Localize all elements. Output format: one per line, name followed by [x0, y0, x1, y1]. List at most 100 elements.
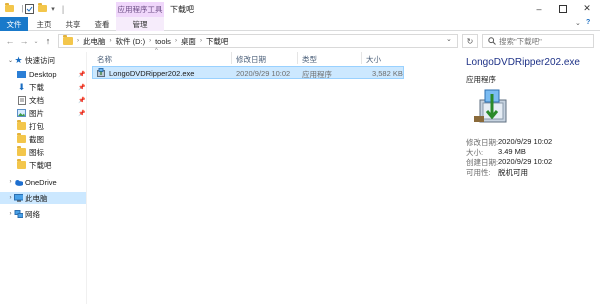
nav-item-onedrive[interactable]: › OneDrive [0, 176, 86, 188]
table-row[interactable]: LongoDVDRipper202.exe 2020/9/29 10:02 应用… [92, 66, 404, 79]
tab-file[interactable]: 文件 [0, 17, 28, 31]
nav-label: 打包 [29, 121, 44, 131]
navigation-pane: ⌄ ★ 快速访问 Desktop 📌 ⬇ 下载 📌 文档 📌 图片 📌 打包 截… [0, 52, 86, 304]
address-dropdown-icon[interactable]: ⌄ [446, 35, 452, 43]
installer-large-icon [474, 89, 507, 123]
back-button[interactable]: ← [4, 35, 16, 47]
nav-label: Desktop [29, 69, 57, 79]
nav-label: 下载吧 [29, 160, 52, 170]
forward-button[interactable]: → [18, 35, 30, 47]
breadcrumb-item[interactable]: 下载吧 [206, 36, 229, 47]
prop-value: 脱机可用 [498, 168, 528, 177]
desktop-folder-icon [17, 70, 26, 78]
pin-icon: 📌 [78, 110, 86, 117]
sort-arrow-icon: ^ [155, 48, 158, 54]
tab-manage[interactable]: 管理 [116, 17, 164, 31]
breadcrumb-item[interactable]: 软件 (D:) [116, 36, 146, 47]
breadcrumb-item[interactable]: 此电脑 [83, 36, 106, 47]
pane-divider[interactable] [86, 52, 87, 304]
prop-value: 2020/9/29 10:02 [498, 137, 553, 146]
breadcrumb-separator: › [77, 38, 79, 44]
folder-icon [17, 146, 26, 156]
pin-icon: 📌 [78, 84, 86, 91]
breadcrumb-item[interactable]: 桌面 [181, 36, 196, 47]
computer-icon [14, 194, 23, 202]
recent-locations-icon[interactable]: ⌄ [30, 35, 42, 47]
help-icon[interactable]: ? [586, 19, 590, 26]
nav-item-folder[interactable]: 下载吧 [0, 159, 86, 171]
folder-icon [4, 3, 15, 14]
nav-quick-access[interactable]: ⌄ ★ 快速访问 [0, 54, 86, 66]
folder-icon [17, 120, 26, 130]
contextual-tab-group-label: 应用程序工具 [116, 2, 164, 17]
cloud-icon [14, 178, 23, 186]
pictures-icon [17, 109, 26, 117]
file-type: 应用程序 [302, 70, 332, 79]
installer-icon [97, 68, 105, 77]
column-header-type[interactable]: 类型 [302, 54, 317, 65]
address-bar[interactable]: › 此电脑 › 软件 (D:) › tools › 桌面 › 下载吧 [58, 34, 458, 48]
nav-item-pictures[interactable]: 图片 📌 [0, 107, 86, 119]
search-box[interactable]: 搜索"下载吧" [482, 34, 594, 48]
folder-icon [63, 35, 73, 45]
tab-home[interactable]: 主页 [31, 17, 57, 31]
breadcrumb-separator: › [174, 38, 177, 44]
nav-item-this-pc[interactable]: › 此电脑 [0, 192, 86, 204]
nav-item-folder[interactable]: 打包 [0, 120, 86, 132]
nav-label: 网络 [25, 209, 40, 219]
breadcrumb-separator: › [149, 38, 152, 44]
nav-item-folder[interactable]: 截图 [0, 133, 86, 145]
search-placeholder: 搜索"下载吧" [499, 36, 542, 46]
file-size: 3,582 KB [372, 69, 403, 78]
tab-view[interactable]: 查看 [89, 17, 115, 31]
nav-label: 下载 [29, 82, 44, 92]
nav-item-documents[interactable]: 文档 📌 [0, 94, 86, 106]
column-divider[interactable] [231, 52, 232, 64]
file-modified: 2020/9/29 10:02 [236, 69, 291, 78]
title-bar: | ▾ | 应用程序工具 下载吧 – ✕ [0, 0, 600, 17]
minimize-button[interactable]: – [528, 0, 550, 17]
nav-label: 截图 [29, 134, 44, 144]
close-button[interactable]: ✕ [576, 0, 598, 17]
prop-value: 3.49 MB [498, 147, 526, 156]
details-filename: LongoDVDRipper202.exe [466, 57, 580, 68]
file-name: LongoDVDRipper202.exe [109, 69, 195, 78]
refresh-button[interactable]: ↻ [462, 34, 478, 48]
column-header-modified[interactable]: 修改日期 [236, 54, 266, 65]
nav-label: 快速访问 [25, 55, 55, 65]
pin-icon: 📌 [78, 71, 86, 78]
new-folder-icon[interactable] [37, 3, 48, 14]
nav-label: 图标 [29, 147, 44, 157]
breadcrumb-item[interactable]: tools [155, 37, 171, 46]
customize-quick-access-icon[interactable]: ▾ [49, 3, 57, 14]
expand-ribbon-icon[interactable]: ⌄ [575, 19, 581, 27]
nav-item-downloads[interactable]: ⬇ 下载 📌 [0, 81, 86, 93]
nav-item-network[interactable]: › 网络 [0, 208, 86, 220]
document-icon [17, 95, 26, 105]
ribbon-tabs: 文件 主页 共享 查看 管理 ⌄ ? [0, 17, 600, 31]
nav-label: 图片 [29, 108, 44, 118]
search-icon [488, 37, 496, 45]
nav-label: 文档 [29, 95, 44, 105]
address-bar-row: ← → ⌄ ↑ › 此电脑 › 软件 (D:) › tools › 桌面 › 下… [0, 32, 600, 50]
properties-icon[interactable] [24, 3, 35, 14]
breadcrumb-separator: › [109, 38, 112, 44]
tab-share[interactable]: 共享 [60, 17, 86, 31]
details-pane: LongoDVDRipper202.exe 应用程序 修改日期: 2020/9/… [458, 52, 600, 304]
prop-label: 可用性: [466, 168, 491, 177]
nav-item-desktop[interactable]: Desktop 📌 [0, 68, 86, 80]
column-divider[interactable] [361, 52, 362, 64]
column-header-name[interactable]: 名称 [97, 54, 112, 65]
column-divider[interactable] [297, 52, 298, 64]
folder-icon [17, 159, 26, 169]
window-title: 下载吧 [170, 5, 194, 14]
up-button[interactable]: ↑ [42, 35, 54, 47]
nav-label: 此电脑 [25, 193, 48, 203]
star-icon: ★ [14, 54, 23, 65]
nav-label: OneDrive [25, 177, 57, 187]
folder-icon [17, 133, 26, 143]
maximize-button[interactable] [552, 0, 574, 17]
nav-item-folder[interactable]: 图标 [0, 146, 86, 158]
column-header-size[interactable]: 大小 [366, 54, 381, 65]
download-icon: ⬇ [17, 81, 26, 92]
